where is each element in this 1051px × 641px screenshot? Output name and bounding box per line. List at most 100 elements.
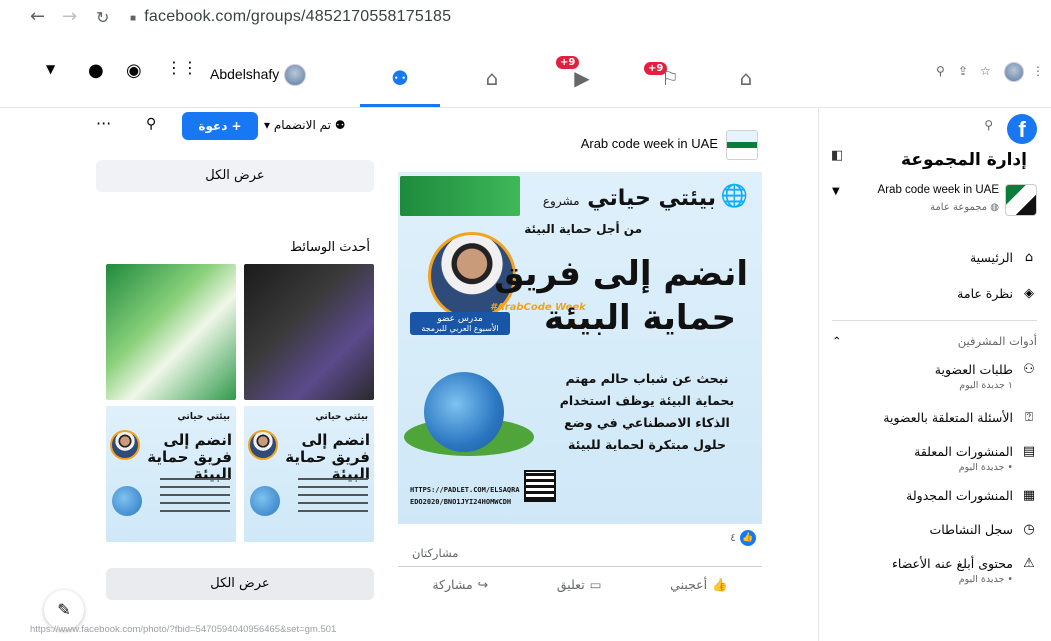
poster-prefix: مشروع bbox=[542, 194, 580, 208]
admin-tools-header[interactable]: أدوات المشرفين ⌃ bbox=[832, 334, 1037, 348]
menu-grid-icon[interactable]: ⋮⋮ bbox=[166, 58, 198, 77]
mini-poster-text bbox=[160, 478, 230, 518]
search-icon[interactable]: ⚲ bbox=[146, 116, 156, 132]
groups-tab[interactable]: ⚉ bbox=[380, 58, 420, 98]
calendar-icon: ▦ bbox=[1022, 488, 1036, 503]
browser-menu-icon[interactable]: ⋮ bbox=[1032, 64, 1044, 78]
group-avatar[interactable] bbox=[726, 130, 758, 160]
bookmark-star-icon[interactable]: ☆ bbox=[980, 64, 991, 78]
media-thumbnail[interactable] bbox=[244, 264, 374, 400]
reactions-row[interactable]: 👍 ٤ bbox=[398, 528, 762, 548]
forward-icon[interactable]: → bbox=[62, 6, 77, 27]
watch-badge: +9 bbox=[556, 56, 580, 69]
address-bar[interactable]: ■ facebook.com/groups/4852170558175185 bbox=[130, 8, 451, 26]
mini-poster-photo bbox=[248, 430, 278, 460]
collapse-sidebar-icon[interactable]: ◧ bbox=[831, 148, 843, 163]
joined-icon: ⚉ bbox=[334, 118, 346, 132]
add-member-icon: ⚇ bbox=[1023, 362, 1035, 377]
teacher-tag-title: مدرس عضو bbox=[437, 314, 483, 324]
sidebar-item-home[interactable]: ⌂ الرئيسية bbox=[832, 250, 1037, 265]
more-options-icon[interactable]: ··· bbox=[96, 114, 111, 133]
reload-icon[interactable]: ↻ bbox=[96, 8, 109, 27]
comment-icon: ▭ bbox=[589, 577, 602, 592]
invite-button[interactable]: + دعوة bbox=[182, 112, 258, 140]
chevron-up-icon: ⌃ bbox=[832, 334, 842, 348]
media-thumbnail[interactable]: بيئتي حياتي انضم إلى فريق حماية البيئة bbox=[244, 406, 374, 542]
url-text: facebook.com/groups/4852170558175185 bbox=[144, 8, 452, 25]
browser-profile-avatar[interactable] bbox=[1004, 62, 1024, 82]
divider bbox=[832, 320, 1037, 321]
status-bar-url: https://www.facebook.com/photo/?fbid=547… bbox=[30, 624, 337, 635]
mini-poster-headline: انضم إلى فريق حماية البيئة bbox=[147, 431, 232, 483]
groups-icon: ⚉ bbox=[391, 66, 409, 90]
sidebar-item-membership-requests[interactable]: ⚇ طلبات العضوية ١ جديدة اليوم bbox=[832, 362, 1037, 391]
notifications-icon[interactable]: ● bbox=[88, 60, 104, 81]
recent-media-heading: أحدث الوسائط bbox=[290, 240, 370, 255]
thumbs-up-icon: 👍 bbox=[712, 576, 728, 592]
back-icon[interactable]: ← bbox=[30, 6, 45, 27]
sidebar-item-sub: • جديدة اليوم bbox=[958, 462, 1013, 473]
poster-body-text: نبحث عن شباب حالم مهتم بحماية البيئة يوظ… bbox=[559, 371, 735, 452]
sidebar-item-scheduled-posts[interactable]: ▦ المنشورات المجدولة bbox=[832, 488, 1037, 503]
group-name: Arab code week in UAE bbox=[877, 184, 999, 196]
view-all-media-button[interactable]: عرض الكل bbox=[106, 568, 374, 600]
pending-icon: ▤ bbox=[1022, 444, 1036, 459]
sidebar-item-text: طلبات العضوية ١ جديدة اليوم bbox=[935, 362, 1013, 391]
group-type: مجموعة عامة bbox=[930, 202, 988, 213]
account-menu-icon[interactable]: ▼ bbox=[46, 62, 55, 76]
marketplace-tab[interactable]: ⌂ bbox=[472, 58, 512, 98]
like-reaction-icon: 👍 bbox=[740, 530, 756, 546]
sidebar-item-label: طلبات العضوية bbox=[934, 362, 1013, 377]
home-tab[interactable]: ⌂ bbox=[726, 58, 766, 98]
profile-name[interactable]: Abdelshafy bbox=[210, 66, 279, 82]
sidebar-item-text: المنشورات المعلقة • جديدة اليوم bbox=[914, 444, 1013, 473]
media-thumbnail[interactable] bbox=[106, 264, 236, 400]
earth-illustration bbox=[424, 372, 504, 452]
report-icon: ⚠ bbox=[1023, 556, 1035, 571]
sidebar-item-label: سجل النشاطات bbox=[929, 522, 1013, 537]
group-switcher[interactable]: Arab code week in UAE ◍ مجموعة عامة ▼ bbox=[832, 182, 1037, 228]
like-button[interactable]: 👍 أعجبني bbox=[670, 577, 728, 593]
group-privacy: ◍ مجموعة عامة bbox=[930, 202, 999, 213]
share-label: مشاركة bbox=[432, 577, 473, 592]
media-thumbnail[interactable]: بيئتي حياتي انضم إلى فريق حماية البيئة bbox=[106, 406, 236, 542]
sidebar-item-membership-questions[interactable]: ⍰ الأسئلة المتعلقة بالعضوية bbox=[832, 410, 1037, 425]
avatar[interactable] bbox=[284, 64, 306, 86]
joined-dropdown[interactable]: ⚉ تم الانضمام ▾ bbox=[264, 118, 346, 132]
group-admin-sidebar: f ⚲ إدارة المجموعة ◧ Arab code week in U… bbox=[818, 108, 1051, 641]
group-post: Arab code week in UAE 🌐 بيئتي حياتي مشرو… bbox=[398, 120, 762, 641]
poster-link-line2: EDO2020/BNO1JYI24HOMWCDH bbox=[410, 498, 512, 506]
poster-title-text: بيئتي حياتي bbox=[587, 186, 716, 211]
share-page-icon[interactable]: ⇪ bbox=[958, 64, 968, 78]
post-group-name[interactable]: Arab code week in UAE bbox=[581, 136, 718, 151]
mini-globe-icon bbox=[250, 486, 280, 516]
view-all-button[interactable]: عرض الكل bbox=[96, 160, 374, 192]
clock-icon: ◷ bbox=[1023, 522, 1035, 537]
teacher-tag: مدرس عضو الأسبوع العربي للبرمجة bbox=[410, 312, 510, 335]
active-tab-indicator bbox=[360, 104, 440, 107]
sidebar-item-activity-log[interactable]: ◷ سجل النشاطات bbox=[832, 522, 1037, 537]
poster-headline-1: انضم إلى فريق bbox=[494, 254, 748, 294]
sidebar-item-label: المنشورات المعلقة bbox=[914, 444, 1013, 459]
messenger-icon[interactable]: ◉ bbox=[126, 60, 142, 81]
share-button[interactable]: ↪ مشاركة bbox=[432, 577, 488, 592]
zoom-icon[interactable]: ⚲ bbox=[936, 64, 945, 78]
comment-button[interactable]: ▭ تعليق bbox=[557, 577, 602, 592]
share-arrow-icon: ↪ bbox=[477, 577, 489, 592]
mini-poster-photo bbox=[110, 430, 140, 460]
share-count[interactable]: مشاركتان bbox=[412, 546, 458, 560]
sidebar-item-pending-posts[interactable]: ▤ المنشورات المعلقة • جديدة اليوم bbox=[832, 444, 1037, 473]
facebook-logo-icon[interactable]: f bbox=[1007, 114, 1037, 144]
teacher-tag-sub: الأسبوع العربي للبرمجة bbox=[421, 324, 499, 333]
reaction-count: ٤ bbox=[730, 531, 736, 544]
pages-badge: +9 bbox=[644, 62, 668, 75]
sidebar-item-reported-content[interactable]: ⚠ محتوى أبلغ عنه الأعضاء • جديدة اليوم bbox=[832, 556, 1037, 585]
edit-icon: ✎ bbox=[57, 600, 71, 619]
mini-poster-title: بيئتي حياتي bbox=[315, 412, 368, 422]
poster-subtitle: من أجل حماية البيئة bbox=[524, 222, 642, 236]
sidebar-item-overview[interactable]: ◈ نظرة عامة bbox=[832, 286, 1037, 301]
search-icon[interactable]: ⚲ bbox=[984, 118, 993, 132]
group-thumbnail bbox=[1005, 184, 1037, 216]
post-image[interactable]: 🌐 بيئتي حياتي مشروع من أجل حماية البيئة … bbox=[398, 172, 762, 524]
overview-icon: ◈ bbox=[1024, 286, 1034, 301]
